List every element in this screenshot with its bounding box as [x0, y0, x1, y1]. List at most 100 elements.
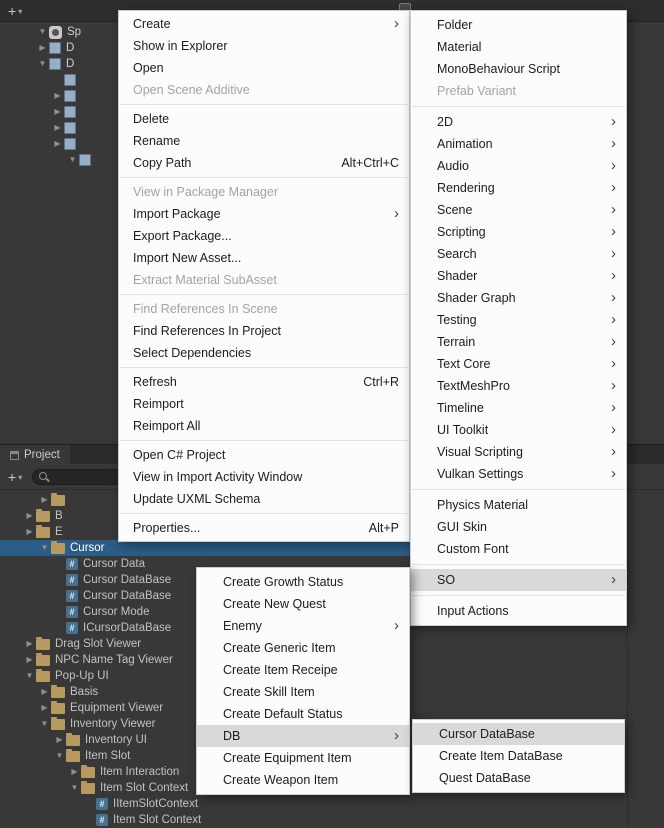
- menu-item-import-package[interactable]: Import Package ›: [119, 203, 409, 225]
- menu-item-label: 2D: [437, 115, 453, 129]
- menu-item-2d[interactable]: 2D ›: [411, 111, 626, 133]
- expander-icon[interactable]: ▼: [38, 544, 51, 552]
- menu-item-create-new-quest[interactable]: Create New Quest: [197, 593, 409, 615]
- expander-icon[interactable]: ▶: [51, 124, 64, 132]
- menu-item-folder[interactable]: Folder: [411, 14, 626, 36]
- menu-item-show-in-explorer[interactable]: Show in Explorer: [119, 35, 409, 57]
- cube-icon: [79, 154, 91, 166]
- menu-item-create-generic-item[interactable]: Create Generic Item: [197, 637, 409, 659]
- menu-item-rendering[interactable]: Rendering ›: [411, 177, 626, 199]
- menu-item-open[interactable]: Open: [119, 57, 409, 79]
- item-label: Sp: [67, 26, 82, 38]
- menu-item-update-uxml-schema[interactable]: Update UXML Schema: [119, 488, 409, 510]
- menu-item-shader-graph[interactable]: Shader Graph ›: [411, 287, 626, 309]
- menu-item-label: Input Actions: [437, 604, 509, 618]
- folder-icon: [36, 652, 50, 666]
- expander-icon[interactable]: ▶: [53, 736, 66, 744]
- expander-icon[interactable]: ▼: [38, 720, 51, 728]
- menu-item-visual-scripting[interactable]: Visual Scripting ›: [411, 441, 626, 463]
- menu-separator: [412, 106, 625, 107]
- menu-item-ui-toolkit[interactable]: UI Toolkit ›: [411, 419, 626, 441]
- menu-item-create-equipment-item[interactable]: Create Equipment Item: [197, 747, 409, 769]
- menu-item-delete[interactable]: Delete: [119, 108, 409, 130]
- menu-item-create-default-status[interactable]: Create Default Status: [197, 703, 409, 725]
- menu-item-gui-skin[interactable]: GUI Skin: [411, 516, 626, 538]
- menu-item-create[interactable]: Create ›: [119, 13, 409, 35]
- menu-item-scene[interactable]: Scene ›: [411, 199, 626, 221]
- menu-item-create-item-database[interactable]: Create Item DataBase: [413, 745, 624, 767]
- expander-icon[interactable]: ▶: [38, 496, 51, 504]
- expander-icon[interactable]: ▶: [38, 704, 51, 712]
- menu-item-text-core[interactable]: Text Core ›: [411, 353, 626, 375]
- submenu-arrow-icon: ›: [611, 376, 616, 394]
- menu-item-reimport-all[interactable]: Reimport All: [119, 415, 409, 437]
- expander-icon[interactable]: ▶: [23, 656, 36, 664]
- menu-item-select-dependencies[interactable]: Select Dependencies: [119, 342, 409, 364]
- expander-icon[interactable]: ▶: [68, 768, 81, 776]
- expander-icon[interactable]: ▶: [23, 640, 36, 648]
- tab-project[interactable]: Project: [0, 445, 70, 465]
- add-button[interactable]: + ▾: [4, 468, 26, 486]
- expander-icon[interactable]: ▶: [36, 44, 49, 52]
- menu-item-textmeshpro[interactable]: TextMeshPro ›: [411, 375, 626, 397]
- submenu-arrow-icon: ›: [611, 112, 616, 130]
- menu-item-copy-path[interactable]: Copy Path Alt+Ctrl+C: [119, 152, 409, 174]
- expander-icon[interactable]: ▶: [23, 528, 36, 536]
- menu-item-create-skill-item[interactable]: Create Skill Item: [197, 681, 409, 703]
- menu-item-terrain[interactable]: Terrain ›: [411, 331, 626, 353]
- menu-item-monobehaviour-script[interactable]: MonoBehaviour Script: [411, 58, 626, 80]
- menu-item-reimport[interactable]: Reimport: [119, 393, 409, 415]
- menu-item-animation[interactable]: Animation ›: [411, 133, 626, 155]
- expander-icon[interactable]: ▼: [53, 752, 66, 760]
- menu-item-quest-database[interactable]: Quest DataBase: [413, 767, 624, 789]
- project-item-iitemslotcontext[interactable]: # IItemSlotContext: [0, 796, 627, 812]
- submenu-arrow-icon: ›: [611, 464, 616, 482]
- item-label: Basis: [70, 686, 99, 698]
- menu-item-label: Rendering: [437, 181, 495, 195]
- expander-icon[interactable]: ▼: [36, 60, 49, 68]
- menu-item-open-c-project[interactable]: Open C# Project: [119, 444, 409, 466]
- menu-item-create-weapon-item[interactable]: Create Weapon Item: [197, 769, 409, 791]
- folder-icon: [81, 780, 95, 794]
- add-button[interactable]: + ▾: [4, 2, 26, 20]
- menu-item-refresh[interactable]: Refresh Ctrl+R: [119, 371, 409, 393]
- menu-item-so[interactable]: SO ›: [411, 569, 626, 591]
- menu-item-search[interactable]: Search ›: [411, 243, 626, 265]
- menu-item-vulkan-settings[interactable]: Vulkan Settings ›: [411, 463, 626, 485]
- menu-item-create-growth-status[interactable]: Create Growth Status: [197, 571, 409, 593]
- menu-item-create-item-receipe[interactable]: Create Item Receipe: [197, 659, 409, 681]
- menu-item-label: Find References In Scene: [133, 302, 278, 316]
- folder-icon: [36, 668, 50, 682]
- expander-icon[interactable]: ▶: [51, 92, 64, 100]
- menu-item-view-in-import-activity-window[interactable]: View in Import Activity Window: [119, 466, 409, 488]
- menu-item-custom-font[interactable]: Custom Font: [411, 538, 626, 560]
- menu-item-find-references-in-project[interactable]: Find References In Project: [119, 320, 409, 342]
- menu-item-shader[interactable]: Shader ›: [411, 265, 626, 287]
- menu-item-properties[interactable]: Properties... Alt+P: [119, 517, 409, 539]
- expander-icon[interactable]: ▶: [51, 108, 64, 116]
- menu-item-physics-material[interactable]: Physics Material: [411, 494, 626, 516]
- menu-item-enemy[interactable]: Enemy ›: [197, 615, 409, 637]
- menu-item-input-actions[interactable]: Input Actions: [411, 600, 626, 622]
- expander-icon[interactable]: ▼: [66, 156, 79, 164]
- menu-item-rename[interactable]: Rename: [119, 130, 409, 152]
- expander-icon[interactable]: ▼: [68, 784, 81, 792]
- menu-item-cursor-database[interactable]: Cursor DataBase: [413, 723, 624, 745]
- search-icon: [39, 471, 49, 482]
- expander-icon[interactable]: ▶: [38, 688, 51, 696]
- menu-item-scripting[interactable]: Scripting ›: [411, 221, 626, 243]
- menu-item-label: Search: [437, 247, 477, 261]
- menu-item-testing[interactable]: Testing ›: [411, 309, 626, 331]
- expander-icon[interactable]: ▶: [23, 512, 36, 520]
- menu-item-import-new-asset[interactable]: Import New Asset...: [119, 247, 409, 269]
- expander-icon[interactable]: ▶: [51, 140, 64, 148]
- dropdown-caret-icon: ▾: [18, 473, 23, 482]
- expander-icon[interactable]: ▼: [36, 28, 49, 36]
- menu-item-db[interactable]: DB ›: [197, 725, 409, 747]
- menu-item-timeline[interactable]: Timeline ›: [411, 397, 626, 419]
- project-item-item-slot-context[interactable]: # Item Slot Context: [0, 812, 627, 828]
- expander-icon[interactable]: ▼: [23, 672, 36, 680]
- menu-item-material[interactable]: Material: [411, 36, 626, 58]
- menu-item-export-package[interactable]: Export Package...: [119, 225, 409, 247]
- menu-item-audio[interactable]: Audio ›: [411, 155, 626, 177]
